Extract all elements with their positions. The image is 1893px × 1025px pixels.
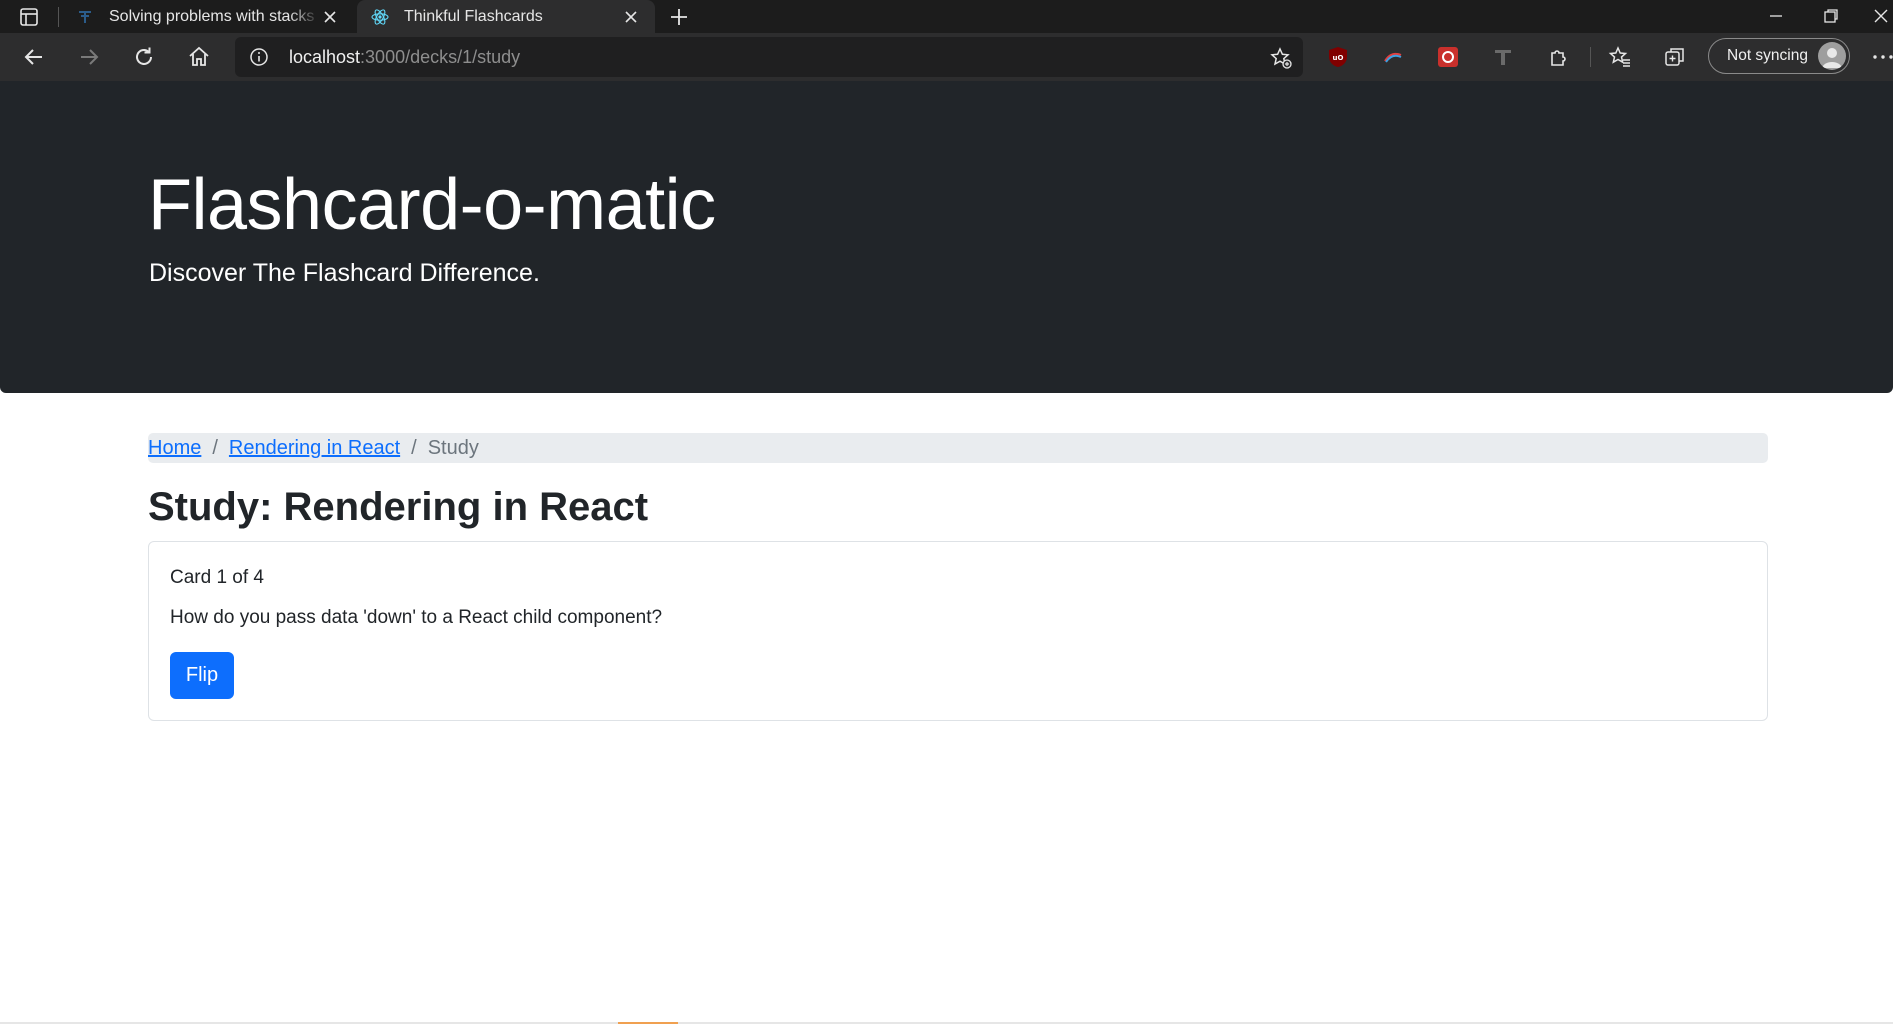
url-path: :3000/decks/1/study	[360, 47, 521, 67]
address-bar[interactable]: localhost:3000/decks/1/study	[235, 37, 1303, 77]
bottom-accent	[618, 1022, 678, 1024]
collections-icon[interactable]	[1663, 45, 1687, 69]
user-avatar-icon	[1822, 48, 1842, 68]
red-puzzle-extension-icon[interactable]	[1436, 45, 1460, 69]
ublock-extension-icon[interactable]: uO	[1326, 45, 1350, 69]
extensions-puzzle-icon[interactable]	[1546, 45, 1570, 69]
url-host: localhost	[289, 47, 361, 67]
favorites-icon[interactable]	[1608, 45, 1632, 69]
profile-sync-button[interactable]: Not syncing	[1708, 38, 1850, 74]
app-title: Flashcard-o-matic	[148, 165, 716, 245]
profile-sync-label: Not syncing	[1727, 47, 1808, 64]
minimize-window-icon[interactable]	[1764, 4, 1788, 28]
tab-actions-icon[interactable]	[18, 6, 40, 28]
back-arrow-icon[interactable]	[21, 44, 47, 70]
close-window-icon[interactable]	[1869, 4, 1893, 28]
breadcrumb-separator: /	[212, 436, 218, 459]
card-counter: Card 1 of 4	[170, 567, 264, 588]
breadcrumb-deck-link[interactable]: Rendering in React	[229, 437, 400, 460]
card-front-text: How do you pass data 'down' to a React c…	[170, 607, 663, 628]
home-icon[interactable]	[186, 44, 212, 70]
more-options-icon[interactable]	[1870, 44, 1893, 70]
breadcrumb: Home / Rendering in React / Study	[148, 433, 1768, 463]
close-tab-icon[interactable]	[320, 7, 340, 27]
tab-title: Thinkful Flashcards	[404, 7, 543, 25]
browser-tab-stacks[interactable]: Solving problems with stacks and queues	[62, 0, 354, 33]
restore-window-icon[interactable]	[1819, 4, 1843, 28]
browser-tab-bar: Solving problems with stacks and queues …	[0, 0, 1893, 33]
close-tab-icon[interactable]	[621, 7, 641, 27]
tab-separator	[58, 7, 59, 27]
browser-toolbar: localhost:3000/decks/1/study uO Not sync…	[0, 33, 1893, 81]
toolbar-separator	[1590, 47, 1591, 67]
address-url[interactable]: localhost:3000/decks/1/study	[289, 47, 520, 68]
breadcrumb-current: Study	[427, 436, 479, 459]
browser-tab-flashcards[interactable]: Thinkful Flashcards	[357, 0, 655, 33]
flashcard: Card 1 of 4 How do you pass data 'down' …	[148, 541, 1768, 721]
app-tagline: Discover The Flashcard Difference.	[149, 259, 540, 287]
breadcrumb-separator: /	[411, 436, 417, 459]
site-info-icon[interactable]	[249, 47, 269, 67]
refresh-icon[interactable]	[131, 44, 157, 70]
forward-arrow-icon[interactable]	[76, 44, 102, 70]
header-jumbotron: Flashcard-o-matic Discover The Flashcard…	[0, 81, 1893, 393]
flip-button[interactable]: Flip	[170, 652, 234, 699]
page-title: Study: Rendering in React	[148, 485, 649, 529]
avatar	[1818, 42, 1846, 70]
thinkful-favicon-icon	[79, 10, 91, 23]
tab-title: Solving problems with stacks and queues	[109, 7, 320, 25]
svg-text:uO: uO	[1333, 54, 1344, 62]
colorful-extension-icon[interactable]	[1381, 45, 1405, 69]
new-tab-icon[interactable]	[667, 5, 691, 29]
react-favicon-icon	[371, 8, 389, 25]
add-favorite-star-icon[interactable]	[1269, 46, 1293, 70]
breadcrumb-home-link[interactable]: Home	[148, 437, 201, 460]
bottom-divider	[0, 1022, 1893, 1024]
thinkful-extension-icon[interactable]	[1491, 45, 1515, 69]
